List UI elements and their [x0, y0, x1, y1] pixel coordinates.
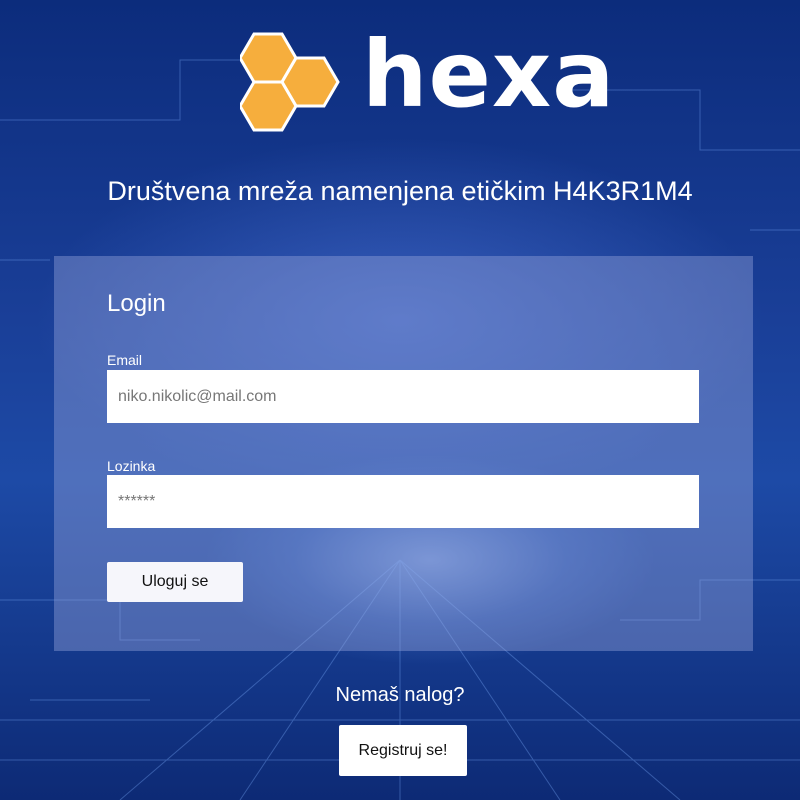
brand-logo: hexa [240, 21, 614, 140]
login-title: Login [107, 290, 166, 317]
login-panel: Login Email Lozinka Uloguj se [54, 256, 753, 651]
honeycomb-icon [240, 32, 340, 132]
password-label: Lozinka [107, 458, 156, 474]
page-tagline: Društvena mreža namenjena etičkim H4K3R1… [107, 176, 693, 206]
login-button[interactable]: Uloguj se [107, 562, 243, 602]
no-account-prompt: Nemaš nalog? [335, 684, 465, 706]
email-label: Email [107, 352, 143, 368]
email-field[interactable] [107, 370, 699, 423]
register-button[interactable]: Registruj se! [339, 725, 467, 776]
brand-name: hexa [362, 21, 616, 128]
password-field[interactable] [107, 475, 699, 528]
